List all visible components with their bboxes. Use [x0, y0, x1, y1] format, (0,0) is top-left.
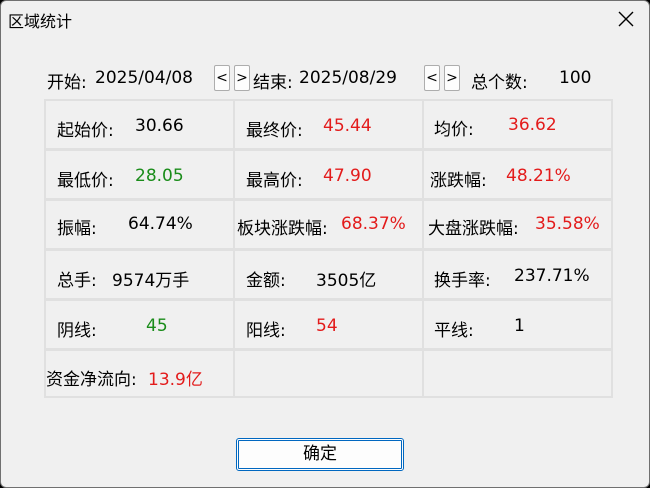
stat-label: 阳线:: [246, 321, 286, 341]
stat-label: 涨跌幅:: [430, 171, 487, 191]
stat-turnover: 换手率: 237.71%: [422, 249, 613, 300]
stat-net-inflow: 资金净流向: 13.9亿: [44, 349, 235, 398]
stat-down-days: 阴线: 45: [44, 299, 235, 350]
stat-value: 30.66: [135, 116, 184, 136]
ok-button[interactable]: 确定: [236, 438, 404, 471]
title-bar[interactable]: 区域统计: [1, 1, 649, 37]
stat-value: 45.44: [323, 116, 372, 136]
stat-high-price: 最高价: 47.90: [233, 149, 424, 200]
empty-cell: [233, 349, 424, 398]
stat-label: 阴线:: [57, 321, 97, 341]
end-next-button[interactable]: >: [444, 65, 460, 91]
stat-label: 金额:: [246, 271, 286, 291]
close-icon: [618, 11, 634, 27]
stat-value: 36.62: [508, 115, 557, 135]
stat-label: 均价:: [434, 120, 474, 140]
stat-value: 54: [316, 316, 338, 336]
stat-value: 1: [514, 316, 525, 336]
stat-value: 13.9亿: [148, 370, 203, 390]
dialog-title: 区域统计: [8, 12, 73, 31]
stat-label: 板块涨跌幅:: [237, 219, 328, 239]
stat-value: 28.05: [135, 166, 184, 186]
stat-value: 64.74%: [128, 214, 193, 234]
stat-label: 大盘涨跌幅:: [428, 219, 519, 239]
stat-amount: 金额: 3505亿: [233, 249, 424, 300]
stat-close-price: 最终价: 45.44: [233, 99, 424, 150]
date-range-row: 开始: 2025/04/08 < > 结束: 2025/08/29 < > 总个…: [1, 65, 649, 93]
stat-label: 最低价:: [57, 171, 114, 191]
stat-value: 9574万手: [112, 271, 190, 291]
start-label: 开始:: [47, 73, 87, 93]
stat-label: 起始价:: [57, 121, 114, 141]
stat-value: 68.37%: [341, 214, 406, 234]
stat-value: 3505亿: [316, 271, 377, 291]
stat-volume: 总手: 9574万手: [44, 249, 235, 300]
stat-value: 237.71%: [514, 266, 590, 286]
empty-cell: [422, 349, 613, 398]
stats-grid: 起始价: 30.66 最终价: 45.44 均价: 36.62 最低价: 28.…: [44, 99, 613, 398]
stats-dialog: 区域统计 开始: 2025/04/08 < > 结束: 2025/08/29 <…: [0, 0, 650, 488]
stat-value: 48.21%: [506, 166, 571, 186]
end-prev-button[interactable]: <: [424, 65, 440, 91]
end-label: 结束:: [253, 73, 293, 93]
end-date: 2025/08/29: [299, 68, 397, 88]
start-next-button[interactable]: >: [234, 65, 250, 91]
start-prev-button[interactable]: <: [214, 65, 230, 91]
stat-market-change: 大盘涨跌幅: 35.58%: [422, 199, 613, 250]
stat-value: 35.58%: [535, 214, 600, 234]
stat-value: 47.90: [323, 166, 372, 186]
count-value: 100: [559, 68, 592, 88]
stat-label: 总手:: [57, 271, 97, 291]
stat-label: 最高价:: [246, 171, 303, 191]
stat-amplitude: 振幅: 64.74%: [44, 199, 235, 250]
close-button[interactable]: [603, 1, 649, 37]
stat-low-price: 最低价: 28.05: [44, 149, 235, 200]
stat-label: 振幅:: [57, 219, 97, 239]
stat-avg-price: 均价: 36.62: [422, 99, 613, 150]
stat-value: 45: [146, 316, 168, 336]
stat-label: 平线:: [434, 321, 474, 341]
start-date: 2025/04/08: [95, 68, 193, 88]
stat-up-days: 阳线: 54: [233, 299, 424, 350]
stat-sector-change: 板块涨跌幅: 68.37%: [233, 199, 424, 250]
count-label: 总个数:: [471, 73, 528, 93]
stat-label: 资金净流向:: [46, 370, 137, 390]
stat-change-pct: 涨跌幅: 48.21%: [422, 149, 613, 200]
stat-label: 换手率:: [434, 271, 491, 291]
stat-label: 最终价:: [246, 121, 303, 141]
stat-flat-days: 平线: 1: [422, 299, 613, 350]
stat-open-price: 起始价: 30.66: [44, 99, 235, 150]
